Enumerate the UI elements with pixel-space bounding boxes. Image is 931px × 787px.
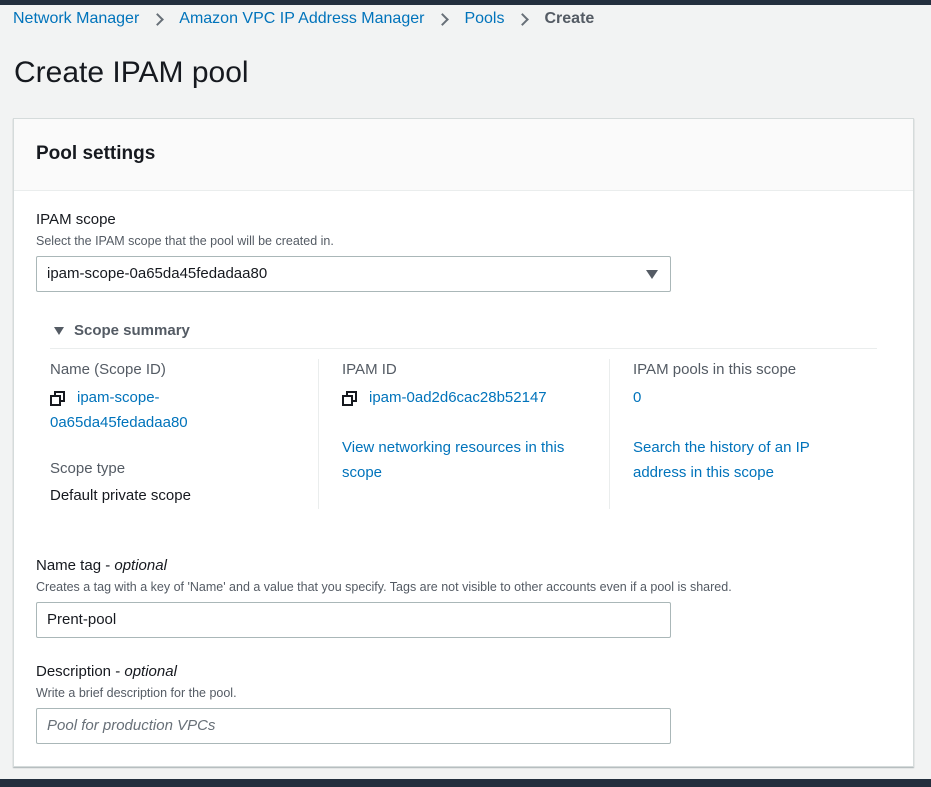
chevron-right-icon	[151, 12, 165, 26]
description-label-text: Description -	[36, 663, 125, 680]
panel-title: Pool settings	[36, 143, 156, 164]
name-tag-label-text: Name tag -	[36, 557, 115, 574]
breadcrumb: Network Manager Amazon VPC IP Address Ma…	[13, 10, 594, 28]
scope-summary-title: Scope summary	[74, 322, 190, 339]
bottom-bar	[0, 779, 931, 787]
copy-icon[interactable]	[50, 391, 66, 407]
chevron-right-icon	[516, 12, 530, 26]
ipam-scope-label: IPAM scope	[36, 211, 116, 228]
summary-divider	[50, 348, 877, 349]
ipam-pools-label: IPAM pools in this scope	[633, 361, 797, 378]
scope-summary-toggle[interactable]: Scope summary	[54, 322, 190, 339]
column-divider	[318, 359, 319, 509]
ipam-scope-select[interactable]: ipam-scope-0a65da45fedadaa80	[36, 256, 671, 292]
view-networking-resources-link-line2[interactable]: scope	[342, 460, 382, 485]
search-ip-history-link-line2[interactable]: address in this scope	[633, 460, 774, 485]
column-divider	[609, 359, 610, 509]
copy-icon[interactable]	[342, 391, 358, 407]
ipam-scope-selected-value: ipam-scope-0a65da45fedadaa80	[47, 265, 268, 282]
dropdown-caret-icon	[646, 270, 658, 279]
view-networking-resources-link-line1[interactable]: View networking resources in this	[342, 435, 564, 460]
breadcrumb-vpc-ipam[interactable]: Amazon VPC IP Address Manager	[179, 10, 424, 28]
optional-marker: optional	[114, 557, 167, 574]
breadcrumb-pools[interactable]: Pools	[464, 10, 504, 28]
chevron-right-icon	[436, 12, 450, 26]
ipam-scope-description: Select the IPAM scope that the pool will…	[36, 234, 334, 248]
name-tag-description: Creates a tag with a key of 'Name' and a…	[36, 580, 732, 594]
description-placeholder: Pool for production VPCs	[47, 717, 216, 734]
ipam-id-link[interactable]: ipam-0ad2d6cac28b52147	[369, 385, 547, 410]
top-nav-bar	[0, 0, 931, 5]
breadcrumb-network-manager[interactable]: Network Manager	[13, 10, 139, 28]
scope-type-label: Scope type	[50, 460, 126, 477]
description-label: Description - optional	[36, 663, 177, 680]
scope-id-link-line2[interactable]: 0a65da45fedadaa80	[50, 410, 188, 435]
description-help-text: Write a brief description for the pool.	[36, 686, 237, 700]
name-tag-label: Name tag - optional	[36, 557, 167, 574]
description-input[interactable]: Pool for production VPCs	[36, 708, 671, 744]
caret-down-icon	[54, 326, 64, 335]
ipam-pools-count-link[interactable]: 0	[633, 385, 641, 410]
name-tag-input[interactable]: Prent-pool	[36, 602, 671, 638]
panel-header: Pool settings	[14, 119, 913, 191]
pool-settings-panel: Pool settings IPAM scope Select the IPAM…	[13, 118, 914, 767]
scope-id-link-line1[interactable]: ipam-scope-	[77, 385, 160, 410]
name-tag-value: Prent-pool	[47, 611, 117, 628]
page-title: Create IPAM pool	[14, 56, 249, 89]
scope-name-label: Name (Scope ID)	[50, 361, 166, 378]
optional-marker: optional	[124, 663, 177, 680]
scope-type-value: Default private scope	[50, 487, 191, 504]
ipam-id-label: IPAM ID	[342, 361, 397, 378]
search-ip-history-link-line1[interactable]: Search the history of an IP	[633, 435, 810, 460]
breadcrumb-current: Create	[544, 10, 595, 27]
